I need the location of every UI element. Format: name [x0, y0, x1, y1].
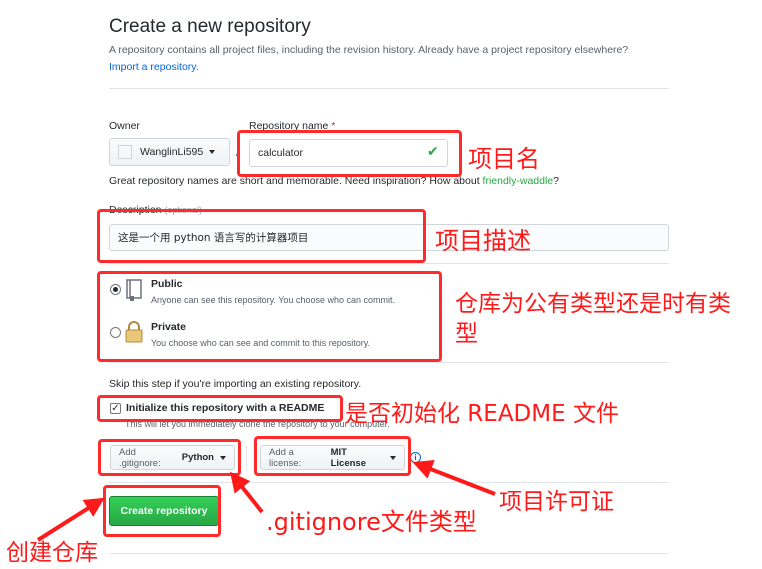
arrow-to-create	[36, 497, 105, 542]
arrow-to-license	[412, 460, 496, 496]
arrow-to-gitignore	[230, 471, 264, 514]
annotation-arrows	[36, 460, 496, 542]
